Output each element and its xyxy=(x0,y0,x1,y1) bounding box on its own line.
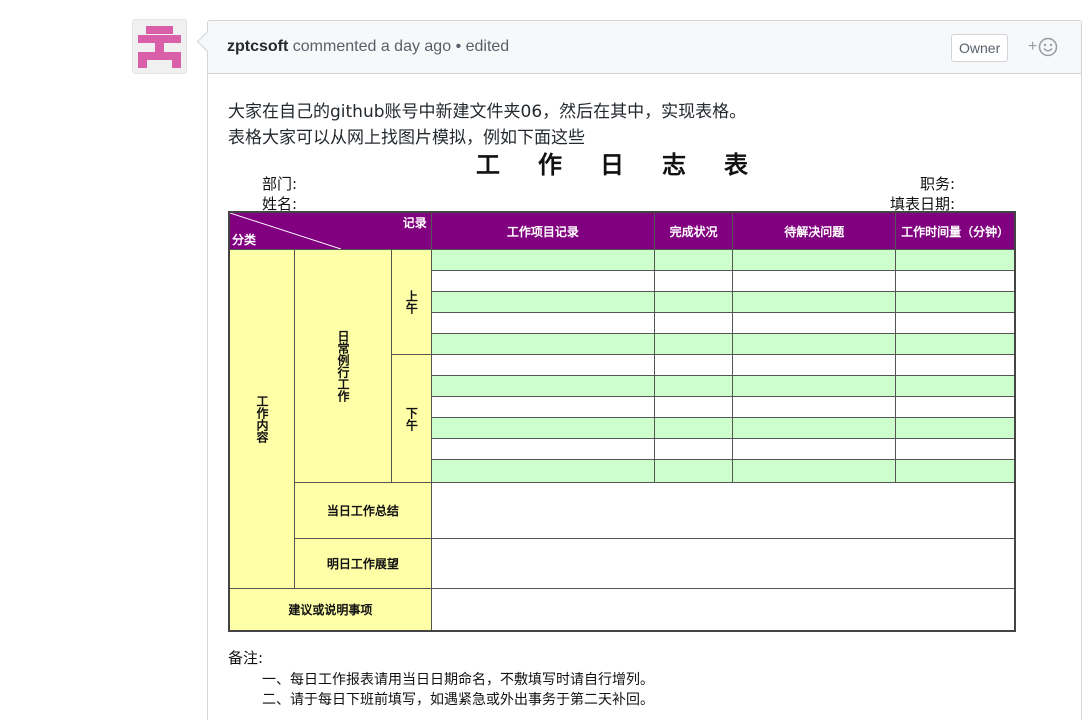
today-summary-cell xyxy=(430,482,1016,539)
dept-label: 部门: xyxy=(262,175,298,193)
reaction-plus: + xyxy=(1028,38,1038,55)
comment-action[interactable]: commented a day ago xyxy=(293,38,451,55)
form-title: 工作日志表 xyxy=(476,150,786,179)
afternoon-label: 下午 xyxy=(391,354,432,483)
today-summary-label: 当日工作总结 xyxy=(294,482,432,539)
author-link[interactable]: zptcsoft xyxy=(227,38,288,55)
work-content-label: 工作内容 xyxy=(228,249,295,589)
owner-badge: Owner xyxy=(951,34,1009,62)
header-time-spent: 工作时间量（分钟） xyxy=(895,211,1016,250)
daily-routine-label: 日常例行工作 xyxy=(294,249,392,483)
comment-header: zptcsoft commented a day ago • edited Ow… xyxy=(208,21,1081,74)
suggestions-cell xyxy=(430,588,1016,631)
work-log-form-image: 工作日志表 部门: 姓名: 职务: 填表日期: 记录 分类 工作项目记录 完成状… xyxy=(228,141,1018,708)
tomorrow-plan-label: 明日工作展望 xyxy=(294,538,432,589)
position-label: 职务: xyxy=(920,175,956,193)
header-work-items: 工作项目记录 xyxy=(430,211,656,250)
work-log-table: 记录 分类 工作项目记录 完成状况 待解决问题 工作时间量（分钟） 工作内容 日… xyxy=(228,211,1016,632)
header-record-category: 记录 分类 xyxy=(228,211,432,250)
avatar[interactable] xyxy=(132,19,187,74)
suggestions-label: 建议或说明事项 xyxy=(228,588,432,631)
header-status: 完成状况 xyxy=(653,211,734,250)
add-reaction-button[interactable]: + xyxy=(1028,37,1058,57)
comment-meta: zptcsoft commented a day ago • edited xyxy=(227,38,509,56)
tomorrow-plan-cell xyxy=(430,538,1016,589)
identicon-avatar xyxy=(138,26,181,68)
comment-box: zptcsoft commented a day ago • edited Ow… xyxy=(207,20,1082,720)
note-1: 一、每日工作报表请用当日日期命名，不敷填写时请自行增列。 xyxy=(262,672,654,688)
notes-title: 备注: xyxy=(228,649,264,667)
body-line-1: 大家在自己的github账号中新建文件夹06，然后在其中，实现表格。 xyxy=(228,102,747,122)
header-record: 记录 xyxy=(402,216,427,230)
smiley-icon xyxy=(1039,37,1058,57)
note-2: 二、请于每日下班前填写，如遇紧急或外出事务于第二天补回。 xyxy=(262,692,654,708)
header-pending: 待解决问题 xyxy=(732,211,897,250)
morning-label: 上午 xyxy=(391,249,432,355)
header-category: 分类 xyxy=(232,233,257,247)
edited-indicator[interactable]: • edited xyxy=(456,38,510,55)
